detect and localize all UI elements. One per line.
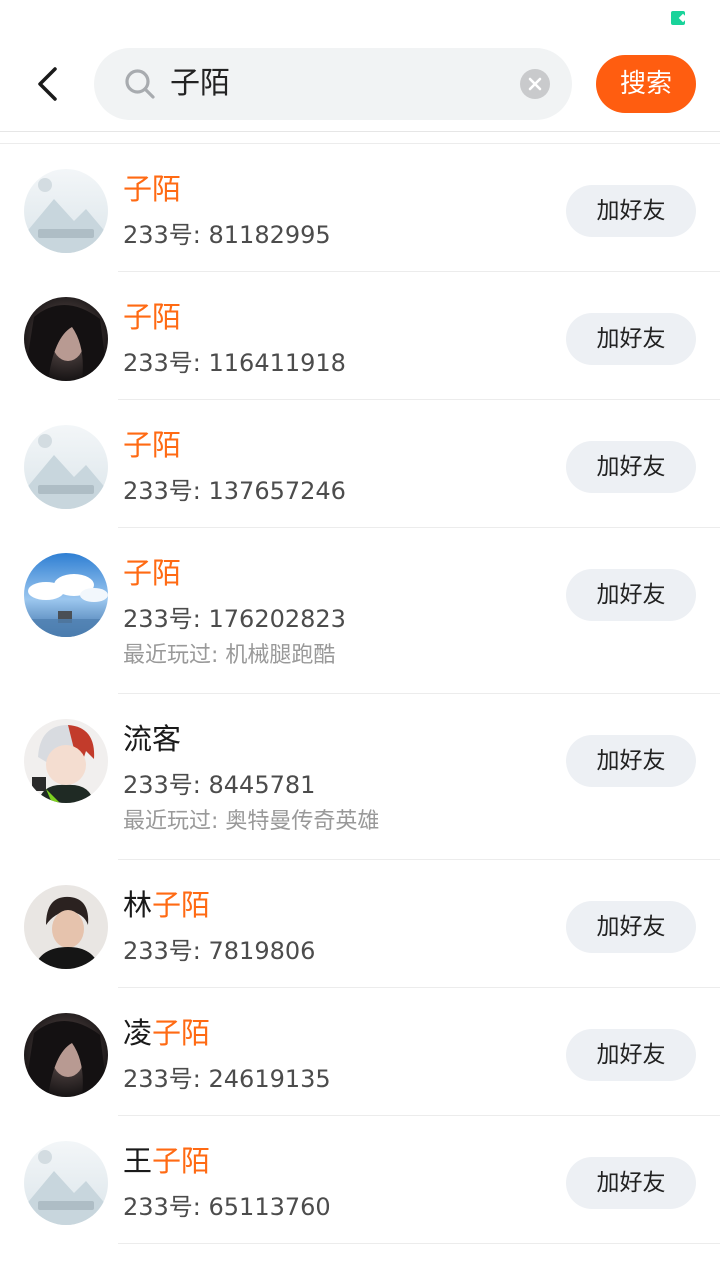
avatar[interactable] xyxy=(24,425,108,509)
search-icon xyxy=(125,69,155,99)
notification-icon xyxy=(671,11,685,25)
search-button[interactable]: 搜索 xyxy=(596,55,696,113)
user-name-prefix: 王 xyxy=(123,1144,153,1178)
avatar[interactable] xyxy=(24,1013,108,1097)
user-name-prefix: 凌 xyxy=(123,1016,153,1050)
avatar[interactable] xyxy=(24,885,108,969)
user-id: 233号: 81182995 xyxy=(123,221,331,249)
user-name: 凌子陌 xyxy=(123,1013,210,1053)
user-name-match: 子陌 xyxy=(123,300,182,334)
status-bar xyxy=(0,0,720,36)
user-id: 233号: 137657246 xyxy=(123,477,346,505)
recent-game: 最近玩过: 机械腿跑酷 xyxy=(123,643,336,668)
result-row[interactable]: 子陌 233号: 137657246 加好友 xyxy=(0,400,720,528)
user-name-match: 子陌 xyxy=(123,556,182,590)
result-row[interactable]: 王子陌 233号: 65113760 加好友 xyxy=(0,1116,720,1244)
add-friend-button[interactable]: 加好友 xyxy=(566,185,696,237)
search-header: 子陌 搜索 xyxy=(0,36,720,132)
user-name-prefix: 流客 xyxy=(123,722,182,756)
add-friend-button[interactable]: 加好友 xyxy=(566,901,696,953)
user-name: 子陌 xyxy=(123,297,181,337)
result-row[interactable]: 子陌 233号: 81182995 加好友 xyxy=(0,144,720,272)
add-friend-button[interactable]: 加好友 xyxy=(566,735,696,787)
search-results-list: 子陌 233号: 81182995 加好友 子陌 233号: 116411918 加好友… xyxy=(0,143,720,1280)
user-name: 流客 xyxy=(123,719,181,759)
result-row[interactable]: 子陌 233号: 176202823 最近玩过: 机械腿跑酷 加好友 xyxy=(0,528,720,694)
result-row[interactable]: 子陌 233号: 116411918 加好友 xyxy=(0,272,720,400)
add-friend-button[interactable]: 加好友 xyxy=(566,441,696,493)
search-input[interactable]: 子陌 xyxy=(94,48,572,120)
user-name-prefix: 林 xyxy=(123,888,153,922)
user-name-match: 子陌 xyxy=(123,172,182,206)
user-id: 233号: 65113760 xyxy=(123,1193,331,1221)
result-row[interactable]: 林子陌 233号: 7819806 加好友 xyxy=(0,860,720,988)
user-name: 子陌 xyxy=(123,553,181,593)
clear-icon[interactable] xyxy=(520,69,550,99)
avatar[interactable] xyxy=(24,1141,108,1225)
recent-game: 最近玩过: 奥特曼传奇英雄 xyxy=(123,809,380,834)
user-name: 子陌 xyxy=(123,425,181,465)
user-name-match: 子陌 xyxy=(152,888,211,922)
avatar[interactable] xyxy=(24,169,108,253)
user-name: 子陌 xyxy=(123,169,181,209)
avatar[interactable] xyxy=(24,553,108,637)
result-row[interactable]: 流客 233号: 8445781 最近玩过: 奥特曼传奇英雄 加好友 xyxy=(0,694,720,860)
add-friend-button[interactable]: 加好友 xyxy=(566,1157,696,1209)
result-row[interactable]: 凌子陌 233号: 24619135 加好友 xyxy=(0,988,720,1116)
search-query-text: 子陌 xyxy=(170,66,230,101)
add-friend-button[interactable]: 加好友 xyxy=(566,1029,696,1081)
add-friend-button[interactable]: 加好友 xyxy=(566,569,696,621)
add-friend-button[interactable]: 加好友 xyxy=(566,313,696,365)
user-id: 233号: 8445781 xyxy=(123,771,316,799)
avatar[interactable] xyxy=(24,297,108,381)
user-id: 233号: 176202823 xyxy=(123,605,346,633)
user-name: 林子陌 xyxy=(123,885,210,925)
user-name-match: 子陌 xyxy=(152,1016,211,1050)
user-id: 233号: 24619135 xyxy=(123,1065,331,1093)
user-name: 王子陌 xyxy=(123,1141,210,1181)
avatar[interactable] xyxy=(24,719,108,803)
user-id: 233号: 116411918 xyxy=(123,349,346,377)
user-name-match: 子陌 xyxy=(152,1144,211,1178)
user-id: 233号: 7819806 xyxy=(123,937,316,965)
chevron-left-icon xyxy=(38,67,57,101)
back-button[interactable] xyxy=(26,62,70,106)
user-name-match: 子陌 xyxy=(123,428,182,462)
